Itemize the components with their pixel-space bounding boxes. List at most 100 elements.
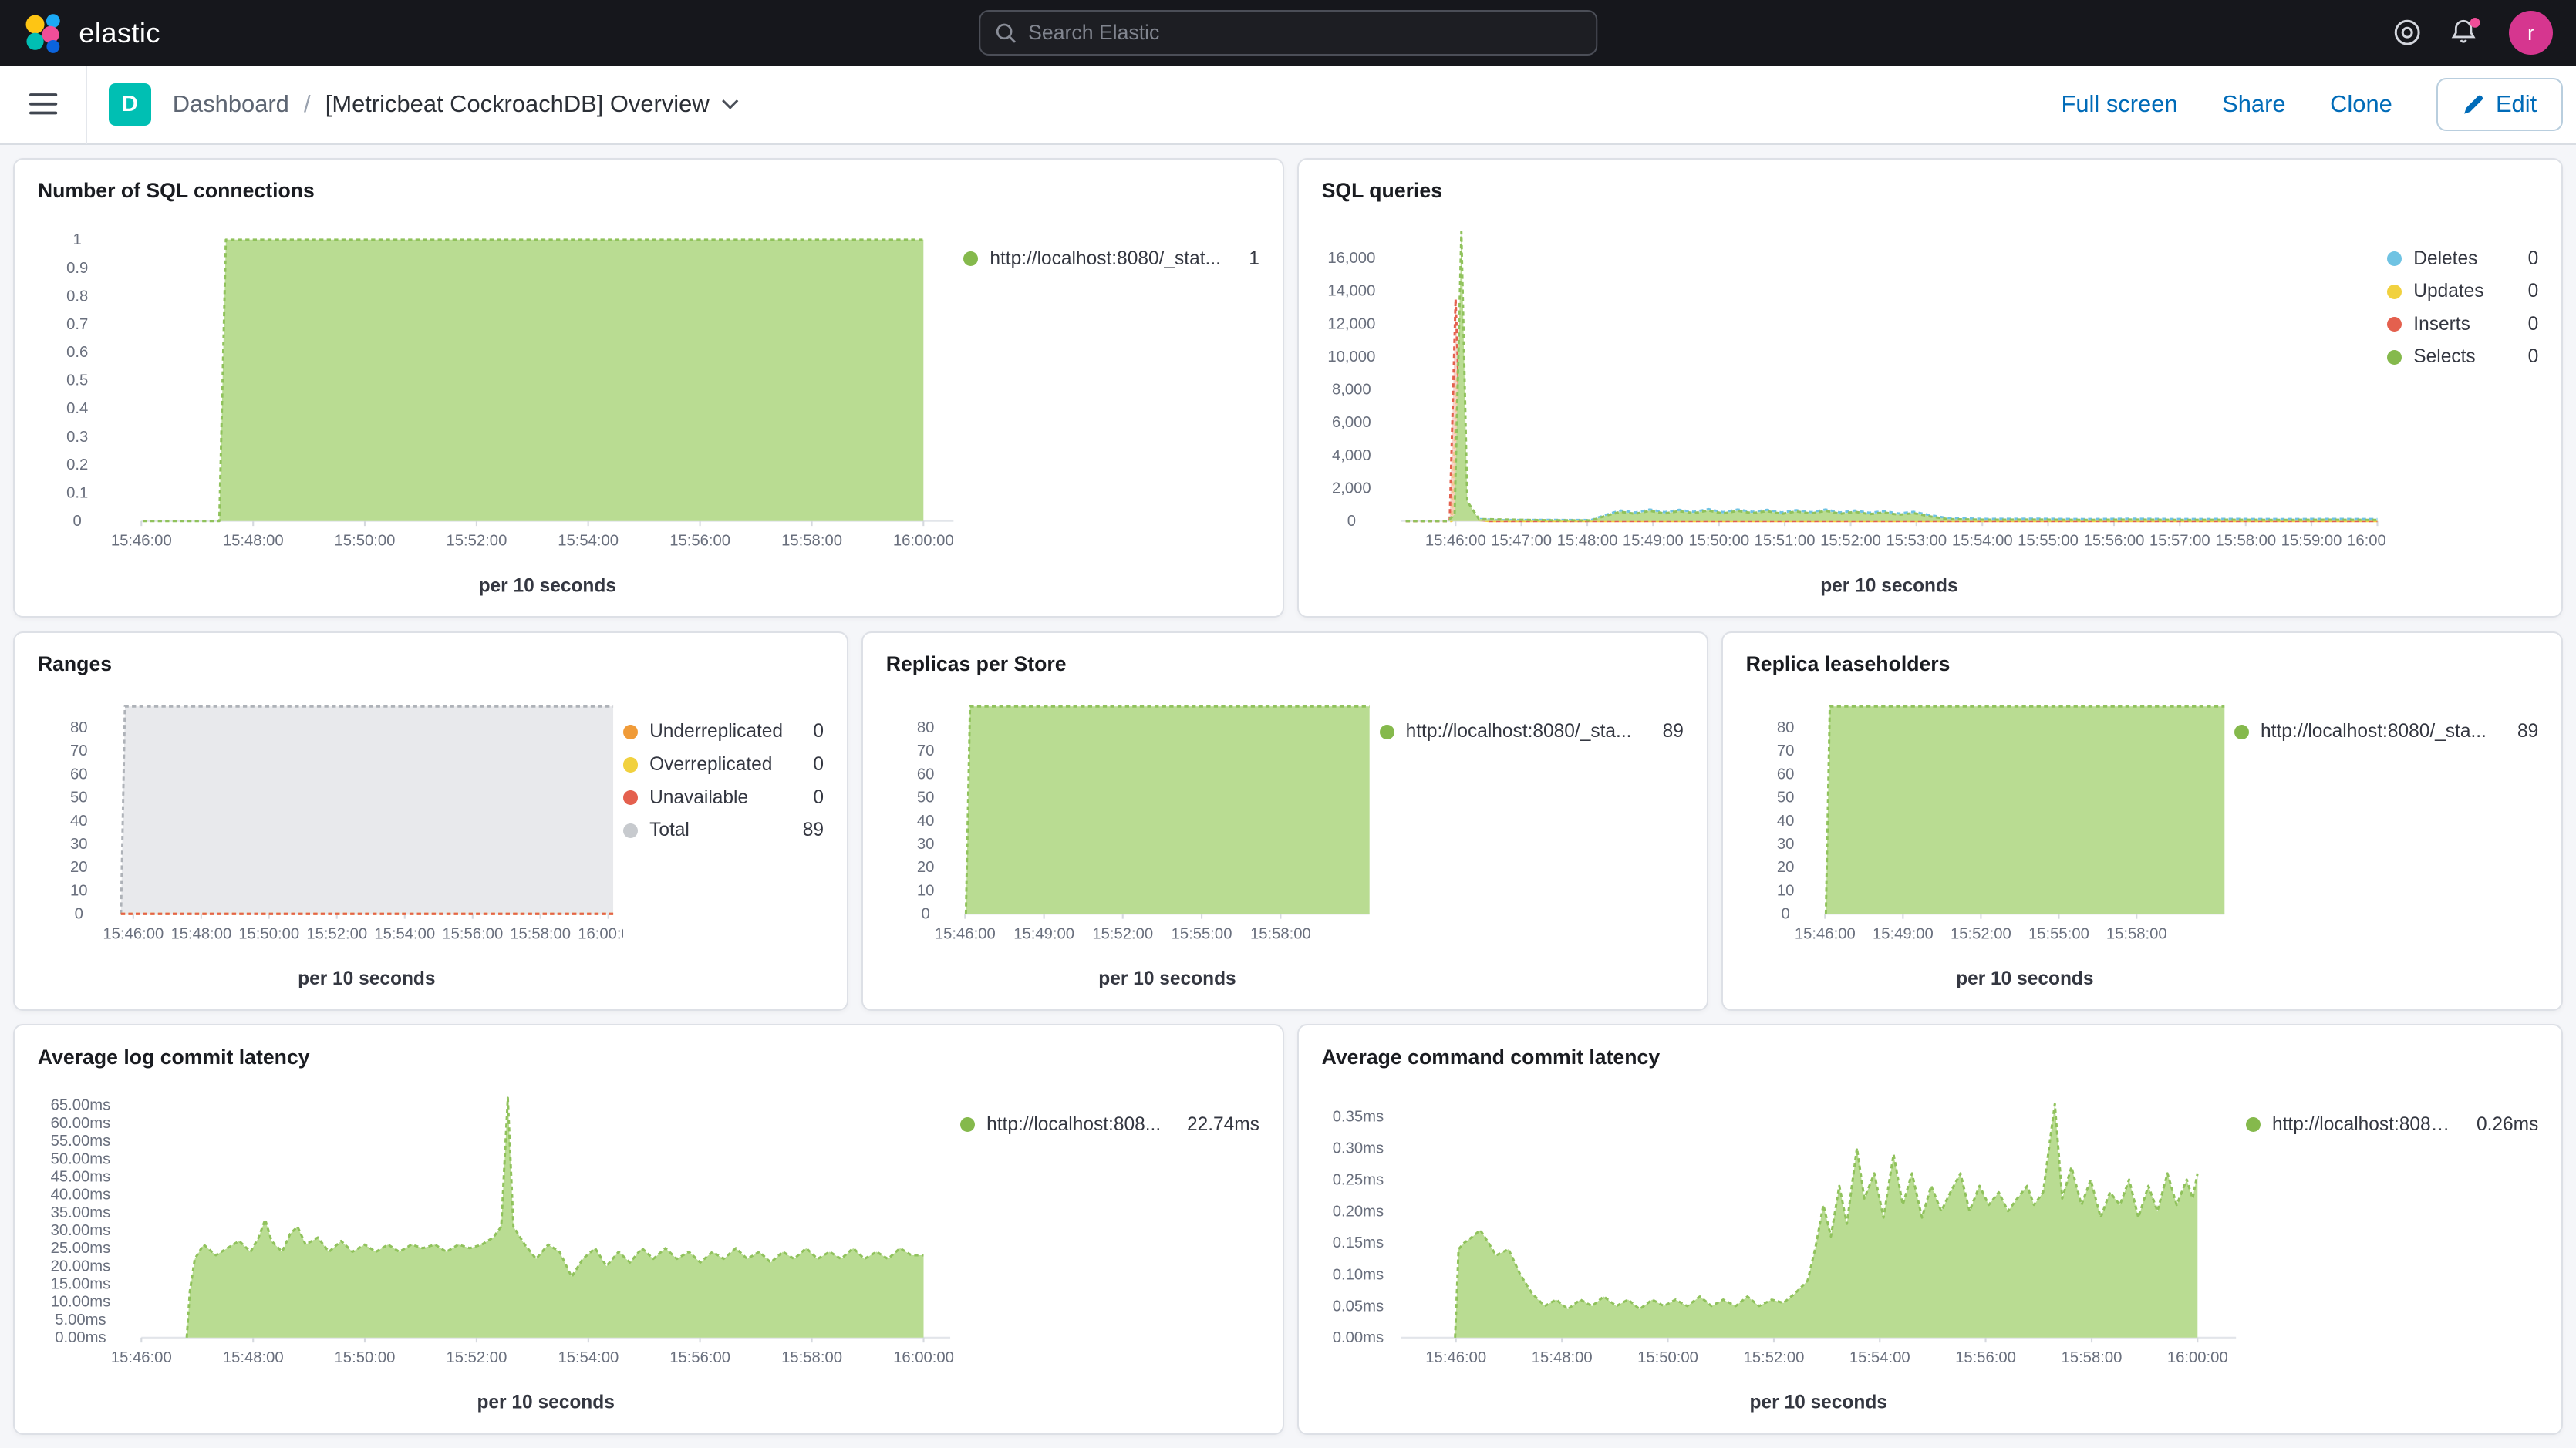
legend-item[interactable]: Deletes0 bbox=[2387, 244, 2538, 272]
svg-text:0.00ms: 0.00ms bbox=[1332, 1329, 1383, 1346]
legend-dot-icon bbox=[1380, 725, 1394, 739]
svg-text:15:58:00: 15:58:00 bbox=[510, 925, 571, 942]
svg-text:0: 0 bbox=[75, 905, 83, 922]
panel-title[interactable]: Number of SQL connections bbox=[38, 179, 1259, 208]
legend-item[interactable]: http://localhost:8080/_stat...1 bbox=[963, 244, 1259, 272]
panel-title[interactable]: Average command commit latency bbox=[1322, 1046, 2539, 1075]
help-icon[interactable] bbox=[2392, 18, 2422, 47]
svg-text:15:59:00: 15:59:00 bbox=[2281, 533, 2342, 550]
svg-text:10.00ms: 10.00ms bbox=[50, 1294, 110, 1311]
svg-text:15:50:00: 15:50:00 bbox=[1637, 1349, 1698, 1366]
legend-item[interactable]: Unavailable0 bbox=[623, 784, 824, 812]
legend-label: Overreplicated bbox=[649, 754, 772, 776]
svg-text:0.8: 0.8 bbox=[66, 288, 88, 305]
legend-item[interactable]: Overreplicated 0 bbox=[623, 751, 824, 779]
legend-item[interactable]: http://localhost:8080/_sta...89 bbox=[1380, 718, 1684, 746]
legend-item[interactable]: http://localhost:808...22.74ms bbox=[960, 1111, 1259, 1139]
svg-text:0.25ms: 0.25ms bbox=[1332, 1171, 1383, 1188]
chart-replicas-per-store[interactable]: 8070605040302010015:46:0015:49:0015:52:0… bbox=[886, 685, 1380, 996]
legend-value: 0.26ms bbox=[2463, 1114, 2538, 1136]
svg-text:30.00ms: 30.00ms bbox=[50, 1222, 110, 1239]
legend-value: 0 bbox=[800, 754, 824, 776]
svg-text:0.05ms: 0.05ms bbox=[1332, 1298, 1383, 1315]
legend-value: 0 bbox=[800, 787, 824, 809]
legend-dot-icon bbox=[2387, 350, 2402, 365]
panel-title[interactable]: Average log commit latency bbox=[38, 1046, 1259, 1075]
panel-title[interactable]: Replica leaseholders bbox=[1746, 652, 2539, 682]
svg-text:0.1: 0.1 bbox=[66, 484, 88, 501]
svg-text:8,000: 8,000 bbox=[1332, 381, 1371, 398]
chart-sql-connections[interactable]: 10.90.80.70.60.50.40.30.20.1015:46:0015:… bbox=[38, 212, 963, 604]
svg-text:15:46:00: 15:46:00 bbox=[1425, 533, 1486, 550]
notification-badge-dot bbox=[2470, 18, 2480, 28]
svg-text:0.20ms: 0.20ms bbox=[1332, 1203, 1383, 1220]
clone-button[interactable]: Clone bbox=[2330, 90, 2392, 118]
legend-label: http://localhost:8080/_sta... bbox=[2261, 721, 2487, 743]
svg-text:0.4: 0.4 bbox=[66, 400, 88, 417]
elastic-home-link[interactable]: elastic bbox=[23, 12, 160, 53]
chart-canvas[interactable]: 8070605040302010015:46:0015:49:0015:52:0… bbox=[1746, 685, 2234, 996]
chart-legend: http://localhost:8080...0.26ms bbox=[2246, 1078, 2538, 1420]
chart-sql-queries[interactable]: 16,00014,00012,00010,0008,0006,0004,0002… bbox=[1322, 212, 2388, 604]
svg-text:15:52:00: 15:52:00 bbox=[1820, 533, 1881, 550]
svg-text:0.2: 0.2 bbox=[66, 456, 88, 473]
chart-ranges[interactable]: 8070605040302010015:46:0015:48:0015:50:0… bbox=[38, 685, 623, 996]
legend-item[interactable]: Updates0 bbox=[2387, 278, 2538, 305]
chart-canvas[interactable]: 65.00ms60.00ms55.00ms50.00ms45.00ms40.00… bbox=[38, 1078, 960, 1419]
legend-item[interactable]: Inserts0 bbox=[2387, 311, 2538, 338]
chart-command-commit-latency[interactable]: 0.35ms0.30ms0.25ms0.20ms0.15ms0.10ms0.05… bbox=[1322, 1078, 2246, 1420]
legend-item[interactable]: Underreplicated0 bbox=[623, 718, 824, 746]
legend-dot-icon bbox=[623, 757, 638, 772]
legend-label: Selects bbox=[2413, 346, 2475, 368]
svg-text:0.30ms: 0.30ms bbox=[1332, 1140, 1383, 1157]
chart-canvas[interactable]: 0.35ms0.30ms0.25ms0.20ms0.15ms0.10ms0.05… bbox=[1322, 1078, 2246, 1419]
panel-log-commit-latency: Average log commit latency 65.00ms60.00m… bbox=[13, 1024, 1284, 1435]
svg-text:15:49:00: 15:49:00 bbox=[1623, 533, 1684, 550]
legend-item[interactable]: Total89 bbox=[623, 817, 824, 844]
chart-canvas[interactable]: 10.90.80.70.60.50.40.30.20.1015:46:0015:… bbox=[38, 212, 963, 603]
svg-text:16:00:00: 16:00:00 bbox=[2167, 1349, 2228, 1366]
svg-text:15:46:00: 15:46:00 bbox=[935, 925, 996, 942]
breadcrumb-dashboard-link[interactable]: Dashboard bbox=[173, 90, 289, 118]
chart-log-commit-latency[interactable]: 65.00ms60.00ms55.00ms50.00ms45.00ms40.00… bbox=[38, 1078, 960, 1420]
full-screen-button[interactable]: Full screen bbox=[2062, 90, 2178, 118]
svg-text:30: 30 bbox=[917, 836, 935, 853]
svg-text:70: 70 bbox=[70, 743, 88, 759]
menu-hamburger-icon[interactable] bbox=[23, 86, 64, 123]
search-input[interactable] bbox=[1028, 21, 1581, 45]
legend-label: http://localhost:8080/_stat... bbox=[990, 248, 1221, 270]
global-search[interactable] bbox=[979, 10, 1597, 56]
svg-text:15:56:00: 15:56:00 bbox=[669, 533, 730, 550]
legend-item[interactable]: http://localhost:8080...0.26ms bbox=[2246, 1111, 2538, 1139]
legend-value: 89 bbox=[2504, 721, 2538, 743]
chart-canvas[interactable]: 8070605040302010015:46:0015:48:0015:50:0… bbox=[38, 685, 623, 996]
user-avatar[interactable]: r bbox=[2509, 11, 2554, 56]
legend-value: 89 bbox=[790, 820, 824, 841]
svg-text:15:48:00: 15:48:00 bbox=[1531, 1349, 1592, 1366]
svg-text:15:55:00: 15:55:00 bbox=[2018, 533, 2079, 550]
panel-title[interactable]: Replicas per Store bbox=[886, 652, 1684, 682]
legend-item[interactable]: Selects0 bbox=[2387, 343, 2538, 371]
brand-text: elastic bbox=[79, 17, 160, 49]
breadcrumb-current[interactable]: [Metricbeat CockroachDB] Overview bbox=[325, 90, 739, 118]
svg-text:40.00ms: 40.00ms bbox=[50, 1187, 110, 1204]
svg-text:10: 10 bbox=[70, 882, 88, 899]
chart-canvas[interactable]: 16,00014,00012,00010,0008,0006,0004,0002… bbox=[1322, 212, 2387, 603]
legend-item[interactable]: http://localhost:8080/_sta... 89 bbox=[2234, 718, 2538, 746]
chart-canvas[interactable]: 8070605040302010015:46:0015:49:0015:52:0… bbox=[886, 685, 1379, 996]
svg-text:20: 20 bbox=[1776, 859, 1794, 876]
panel-title[interactable]: Ranges bbox=[38, 652, 824, 682]
svg-text:15:48:00: 15:48:00 bbox=[223, 533, 284, 550]
svg-text:55.00ms: 55.00ms bbox=[50, 1133, 110, 1150]
svg-text:15:58:00: 15:58:00 bbox=[2215, 533, 2276, 550]
svg-text:16,000: 16,000 bbox=[1327, 250, 1375, 267]
chart-replica-leaseholders[interactable]: 8070605040302010015:46:0015:49:0015:52:0… bbox=[1746, 685, 2234, 996]
svg-text:80: 80 bbox=[70, 719, 88, 736]
legend-dot-icon bbox=[623, 823, 638, 838]
share-button[interactable]: Share bbox=[2222, 90, 2285, 118]
svg-text:0.6: 0.6 bbox=[66, 344, 88, 361]
edit-button[interactable]: Edit bbox=[2436, 78, 2563, 130]
dashboard-row-2: Ranges 8070605040302010015:46:0015:48:00… bbox=[13, 631, 2563, 1011]
alerts-bell-icon[interactable] bbox=[2450, 18, 2481, 47]
panel-title[interactable]: SQL queries bbox=[1322, 179, 2539, 208]
